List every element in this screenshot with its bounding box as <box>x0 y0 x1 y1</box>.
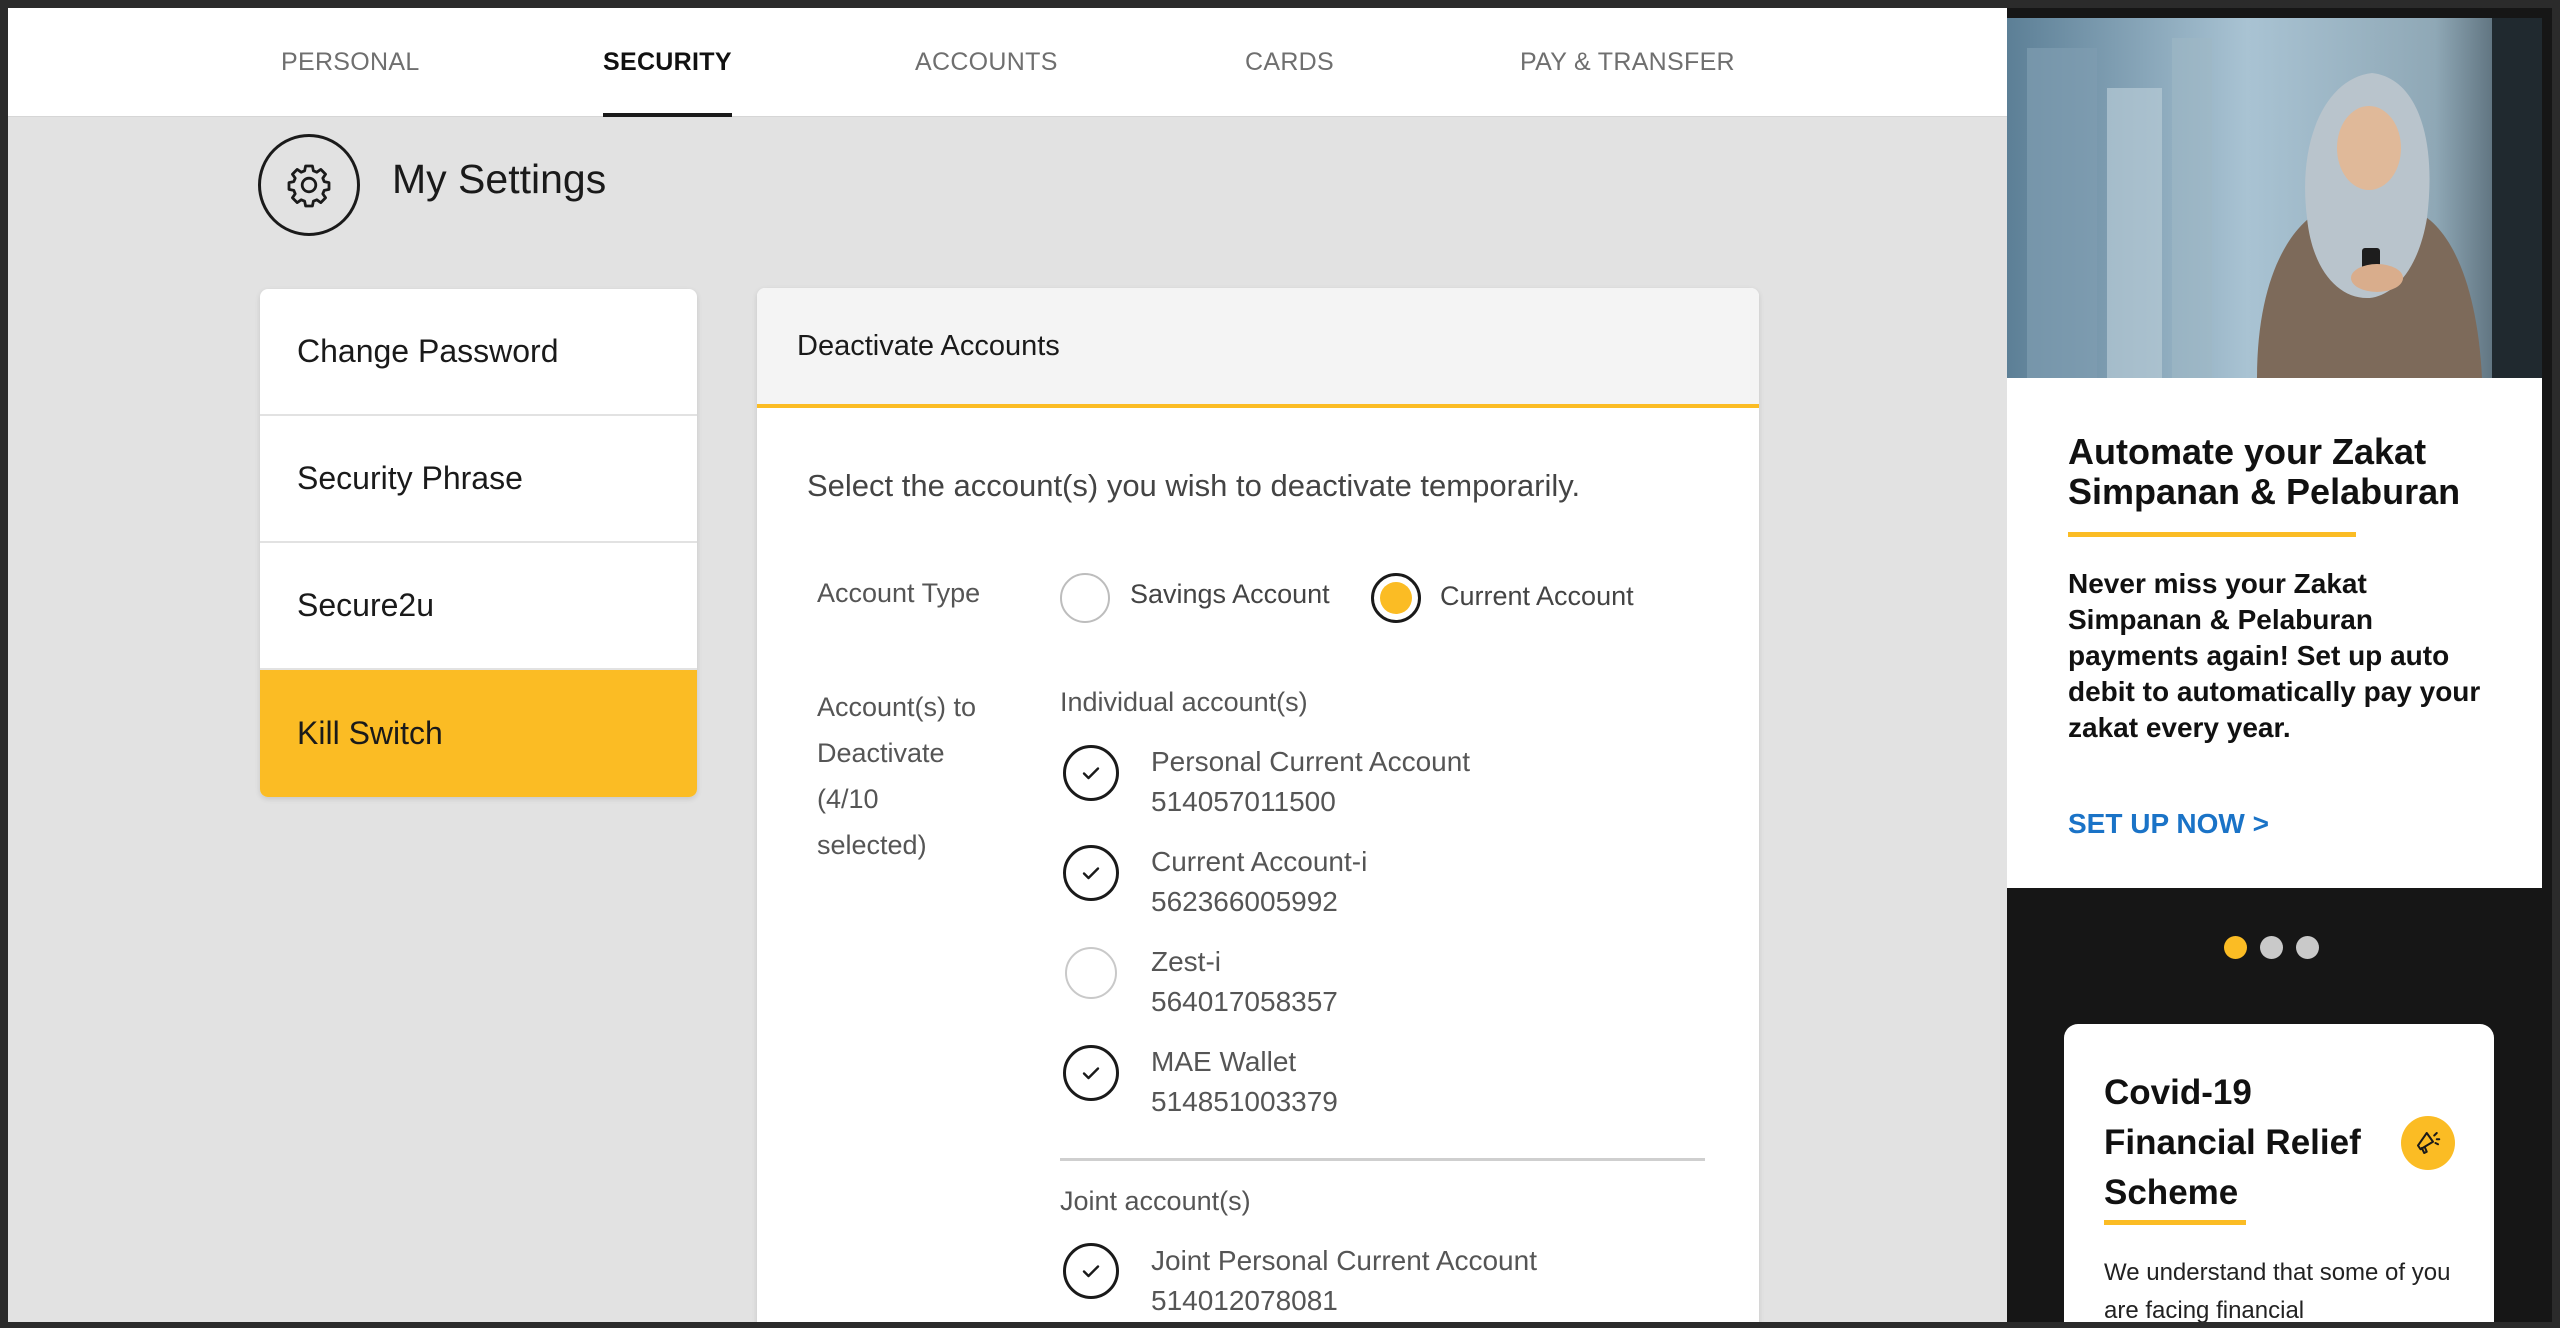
top-nav: PERSONAL SECURITY ACCOUNTS CARDS PAY & T… <box>8 8 2007 117</box>
panel-title: Deactivate Accounts <box>757 288 1759 408</box>
account-name: Personal Current Account <box>1151 746 1471 777</box>
covid-title-underline <box>2104 1220 2246 1225</box>
covid-title: Covid-19 Financial Relief Scheme <box>2104 1073 2361 1212</box>
promo-photo <box>2007 18 2542 378</box>
promo-body: Never miss your Zakat Simpanan & Pelabur… <box>2068 568 2481 743</box>
page-title: My Settings <box>392 156 607 202</box>
section-divider <box>1060 1158 1705 1161</box>
promo-title: Automate your Zakat Simpanan & Pelaburan <box>2068 431 2461 512</box>
radio-current-label: Current Account <box>1440 581 1634 611</box>
joint-accounts-heading: Joint account(s) <box>1060 1186 1251 1216</box>
promo-title-underline <box>2068 532 2356 537</box>
account-name: Joint Personal Current Account <box>1151 1245 1537 1276</box>
checkbox-personal-current-account[interactable] <box>1063 745 1119 801</box>
radio-current-account[interactable] <box>1371 573 1421 623</box>
tab-accounts[interactable]: ACCOUNTS <box>915 8 1058 117</box>
checkbox-mae-wallet[interactable] <box>1063 1045 1119 1101</box>
deactivate-panel: Deactivate Accounts Select the account(s… <box>757 288 1759 1322</box>
menu-item-security-phrase[interactable]: Security Phrase <box>260 416 697 543</box>
covid-body: We understand that some of you are facin… <box>2104 1259 2451 1322</box>
check-icon <box>1082 767 1100 780</box>
carousel-dot-3[interactable] <box>2296 936 2319 959</box>
menu-item-secure2u[interactable]: Secure2u <box>260 543 697 670</box>
account-number: 514851003379 <box>1151 1086 1338 1117</box>
individual-accounts-heading: Individual account(s) <box>1060 687 1308 717</box>
checkbox-current-account-i[interactable] <box>1063 845 1119 901</box>
covid-relief-card[interactable]: Covid-19 Financial Relief Scheme We unde… <box>2064 1024 2494 1322</box>
carousel-dot-2[interactable] <box>2260 936 2283 959</box>
tab-cards[interactable]: CARDS <box>1245 8 1334 117</box>
panel-instruction: Select the account(s) you wish to deacti… <box>807 468 1581 503</box>
check-icon <box>1082 867 1100 880</box>
deactivate-label-line3: (4/10 <box>817 784 879 814</box>
account-number: 514012078081 <box>1151 1285 1338 1316</box>
check-icon <box>1082 1265 1100 1278</box>
megaphone-icon <box>2401 1116 2455 1170</box>
deactivate-label-line1: Account(s) to <box>817 692 977 722</box>
tab-security[interactable]: SECURITY <box>603 8 732 117</box>
menu-item-kill-switch[interactable]: Kill Switch <box>260 670 697 797</box>
main-pane: PERSONAL SECURITY ACCOUNTS CARDS PAY & T… <box>8 8 2007 1322</box>
checkbox-zest-i[interactable] <box>1065 947 1117 999</box>
account-name: Zest-i <box>1151 946 1221 977</box>
menu-item-change-password[interactable]: Change Password <box>260 289 697 416</box>
account-name: MAE Wallet <box>1151 1046 1297 1077</box>
account-type-label: Account Type <box>817 578 981 608</box>
checkbox-joint-personal-current-account[interactable] <box>1063 1243 1119 1299</box>
check-icon <box>1082 1067 1100 1080</box>
promo-card: Automate your Zakat Simpanan & Pelaburan… <box>2007 378 2542 888</box>
deactivate-label-line2: Deactivate <box>817 738 945 768</box>
gear-icon <box>258 134 360 236</box>
account-number: 564017058357 <box>1151 986 1338 1017</box>
carousel-dot-1[interactable] <box>2224 936 2247 959</box>
carousel-dots <box>2224 936 2319 959</box>
browser-frame: PERSONAL SECURITY ACCOUNTS CARDS PAY & T… <box>8 8 2552 1322</box>
deactivate-label-line4: selected) <box>817 830 927 860</box>
setup-now-link[interactable]: SET UP NOW > <box>2068 808 2269 840</box>
tab-pay-transfer[interactable]: PAY & TRANSFER <box>1520 8 1735 117</box>
radio-savings-label: Savings Account <box>1130 579 1330 609</box>
account-number: 514057011500 <box>1151 786 1336 817</box>
account-name: Current Account-i <box>1151 846 1368 877</box>
tab-personal[interactable]: PERSONAL <box>281 8 420 117</box>
account-number: 562366005992 <box>1151 886 1338 917</box>
settings-menu: Change Password Security Phrase Secure2u… <box>260 289 697 797</box>
promo-sidebar: Automate your Zakat Simpanan & Pelaburan… <box>2007 8 2552 1322</box>
radio-savings-account[interactable] <box>1060 573 1110 623</box>
